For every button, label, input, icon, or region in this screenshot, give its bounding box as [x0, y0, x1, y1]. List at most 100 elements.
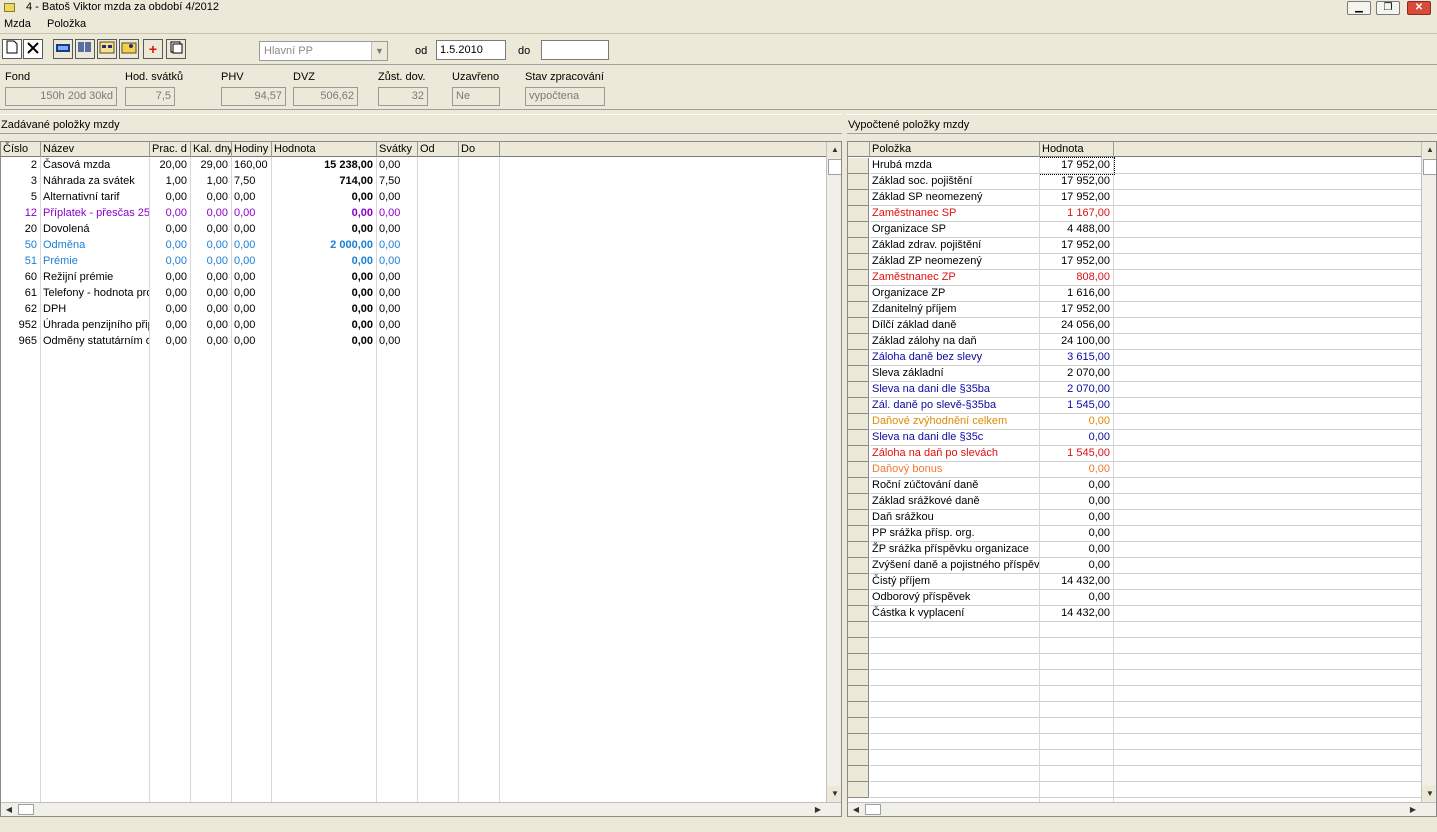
row-selector[interactable] [848, 494, 869, 510]
row-selector[interactable] [848, 270, 869, 286]
do-input[interactable] [541, 40, 609, 60]
new-icon[interactable] [2, 39, 22, 59]
calculator-icon[interactable] [53, 39, 73, 59]
table-row[interactable]: 2 Časová mzda 20,00 29,00 160,00 15 238,00 0,0… [1, 158, 827, 174]
col-hodnota[interactable]: Hodnota [272, 142, 377, 157]
table-row[interactable]: Sleva na dani dle §35c 0,00 [870, 430, 1421, 446]
table-row[interactable]: Dílčí základ daně 24 056,00 [870, 318, 1421, 334]
row-selector[interactable] [848, 286, 869, 302]
row-selector[interactable] [848, 398, 869, 414]
table-row[interactable]: Základ zálohy na daň 24 100,00 [870, 334, 1421, 350]
table-row[interactable]: Daňové zvýhodnění celkem 0,00 [870, 414, 1421, 430]
table-row[interactable]: 952 Úhrada penzijního přip 0,00 0,00 0,00 0,0… [1, 318, 827, 334]
scroll-up-icon[interactable]: ▲ [1422, 142, 1436, 158]
add-icon[interactable]: + [143, 39, 163, 59]
table-row[interactable]: Záloha daně bez slevy 3 615,00 [870, 350, 1421, 366]
table-row[interactable]: 12 Příplatek - přesčas 25 0,00 0,00 0,00 0,00… [1, 206, 827, 222]
table-row[interactable]: 965 Odměny statutárním o 0,00 0,00 0,00 0,00 0… [1, 334, 827, 350]
row-selector[interactable] [848, 302, 869, 318]
row-selector[interactable] [848, 350, 869, 366]
input-items-vscroll[interactable]: ▲ ▼ [826, 142, 841, 802]
row-selector[interactable] [848, 766, 869, 782]
scroll-up-icon[interactable]: ▲ [827, 142, 841, 158]
table-row[interactable]: Organizace ZP 1 616,00 [870, 286, 1421, 302]
hscroll-thumb[interactable] [865, 804, 881, 815]
close-button[interactable]: ✕ [1407, 1, 1431, 15]
row-selector[interactable] [848, 526, 869, 542]
calendar-icon[interactable] [97, 39, 117, 59]
row-selector[interactable] [848, 238, 869, 254]
row-selector[interactable] [848, 622, 869, 638]
table-row[interactable]: Čistý příjem 14 432,00 [870, 574, 1421, 590]
scroll-right-icon[interactable]: ▶ [1405, 803, 1421, 816]
col-hodiny[interactable]: Hodiny [232, 142, 272, 157]
scroll-thumb[interactable] [828, 159, 841, 175]
table-row[interactable]: Sleva základní 2 070,00 [870, 366, 1421, 382]
col-hodnota-r[interactable]: Hodnota [1040, 142, 1114, 157]
row-selector[interactable] [848, 606, 869, 622]
row-selector[interactable] [848, 686, 869, 702]
table-row[interactable]: Roční zúčtování daně 0,00 [870, 478, 1421, 494]
row-selector[interactable] [848, 366, 869, 382]
input-items-hscroll[interactable]: ◀ ▶ [1, 802, 841, 816]
row-selector[interactable] [848, 702, 869, 718]
table-row[interactable]: Zál. daně po slevě-§35ba 1 545,00 [870, 398, 1421, 414]
col-polozka[interactable]: Položka [870, 142, 1040, 157]
row-selector[interactable] [848, 334, 869, 350]
row-selector[interactable] [848, 206, 869, 222]
table-row[interactable]: 3 Náhrada za svátek 1,00 1,00 7,50 714,00 7,50 [1, 174, 827, 190]
row-selector[interactable] [848, 478, 869, 494]
person-calendar-icon[interactable] [119, 39, 139, 59]
row-selector[interactable] [848, 174, 869, 190]
row-selector[interactable] [848, 318, 869, 334]
row-selector[interactable] [848, 590, 869, 606]
row-selector[interactable] [848, 782, 869, 798]
row-selector[interactable] [848, 638, 869, 654]
document-stack-icon[interactable] [166, 39, 186, 59]
row-selector[interactable] [848, 670, 869, 686]
table-row[interactable]: Daň srážkou 0,00 [870, 510, 1421, 526]
table-row[interactable]: 61 Telefony - hodnota pro 0,00 0,00 0,00 0,00… [1, 286, 827, 302]
col-nazev[interactable]: Název [41, 142, 150, 157]
col-svatky[interactable]: Svátky [377, 142, 418, 157]
row-selector[interactable] [848, 462, 869, 478]
row-selector[interactable] [848, 190, 869, 206]
table-row[interactable]: ŽP srážka příspěvku organizace 0,00 [870, 542, 1421, 558]
table-row[interactable]: 60 Režijní prémie 0,00 0,00 0,00 0,00 0,00 [1, 270, 827, 286]
table-row[interactable]: Organizace SP 4 488,00 [870, 222, 1421, 238]
barcode-icon[interactable] [75, 39, 95, 59]
table-row[interactable]: Základ zdrav. pojištění 17 952,00 [870, 238, 1421, 254]
col-cislo[interactable]: Číslo [1, 142, 41, 157]
row-selector[interactable] [848, 734, 869, 750]
table-row[interactable]: 51 Prémie 0,00 0,00 0,00 0,00 0,00 [1, 254, 827, 270]
scroll-left-icon[interactable]: ◀ [1, 803, 17, 816]
row-selector[interactable] [848, 158, 869, 174]
computed-items-vscroll[interactable]: ▲ ▼ [1421, 142, 1436, 802]
table-row[interactable]: 62 DPH 0,00 0,00 0,00 0,00 0,00 [1, 302, 827, 318]
table-row[interactable]: Částka k vyplacení 14 432,00 [870, 606, 1421, 622]
chevron-down-icon[interactable]: ▼ [371, 42, 387, 60]
table-row[interactable]: Hrubá mzda 17 952,00 [870, 157, 1421, 175]
col-kal-dny[interactable]: Kal. dny [191, 142, 232, 157]
table-row[interactable]: 50 Odměna 0,00 0,00 0,00 2 000,00 0,00 [1, 238, 827, 254]
row-selector[interactable] [848, 254, 869, 270]
row-selector[interactable] [848, 654, 869, 670]
scroll-down-icon[interactable]: ▼ [827, 786, 841, 802]
row-selector[interactable] [848, 430, 869, 446]
row-selector[interactable] [848, 382, 869, 398]
col-prac-d[interactable]: Prac. d [150, 142, 191, 157]
row-selector[interactable] [848, 414, 869, 430]
od-input[interactable]: 1.5.2010 [436, 40, 506, 60]
employment-combo[interactable]: Hlavní PP ▼ [259, 41, 388, 61]
row-selector[interactable] [848, 222, 869, 238]
row-selector[interactable] [848, 750, 869, 766]
col-od[interactable]: Od [418, 142, 459, 157]
col-do[interactable]: Do [459, 142, 500, 157]
input-items-grid[interactable]: Číslo Název Prac. d Kal. dny Hodiny Hodn… [0, 141, 842, 817]
delete-icon[interactable] [23, 39, 43, 59]
table-row[interactable]: Základ srážkové daně 0,00 [870, 494, 1421, 510]
scroll-thumb[interactable] [1423, 159, 1436, 175]
scroll-right-icon[interactable]: ▶ [810, 803, 826, 816]
computed-items-hscroll[interactable]: ◀ ▶ [848, 802, 1436, 816]
table-row[interactable]: Zdanitelný příjem 17 952,00 [870, 302, 1421, 318]
